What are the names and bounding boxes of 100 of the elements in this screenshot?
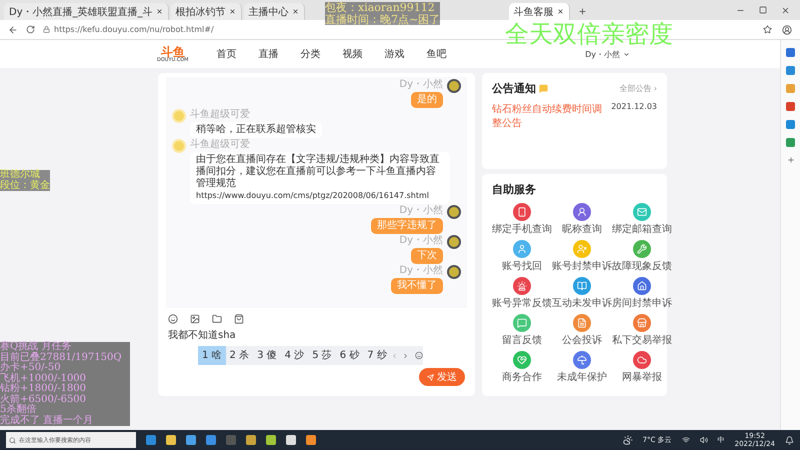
user-menu[interactable]: Dy・小然 — [585, 48, 630, 60]
document-icon[interactable] — [573, 314, 591, 332]
service-label[interactable]: 绑定手机查询 — [492, 222, 552, 236]
image-icon[interactable] — [190, 314, 200, 324]
ime-candidate[interactable]: 4 沙 — [280, 346, 308, 365]
siren-icon[interactable] — [513, 277, 531, 295]
favorite-icon[interactable] — [763, 25, 772, 34]
mail-icon[interactable] — [633, 203, 651, 221]
avatar-icon — [447, 79, 461, 93]
service-label[interactable]: 房间封禁申诉 — [612, 296, 672, 310]
service-label[interactable]: 未成年保护 — [557, 370, 607, 384]
message-link[interactable]: https://www.douyu.com/cms/ptgz/202008/06/16147.shtml — [196, 190, 444, 202]
message-bubble: 下次 — [411, 248, 443, 264]
browser-tab[interactable]: Dy・小然直播_英雄联盟直播_斗 — [4, 3, 169, 20]
overlay-text: 5杀翻倍 — [0, 405, 38, 415]
store-icon[interactable] — [633, 314, 651, 332]
close-tab-icon[interactable] — [156, 8, 163, 15]
message-bubble: 那些字违规了 — [371, 218, 443, 234]
add-icon[interactable] — [786, 156, 794, 164]
wrench-icon[interactable] — [633, 240, 651, 258]
next-icon[interactable] — [402, 352, 410, 360]
emoji-icon[interactable] — [168, 314, 178, 324]
heart-handshake-icon[interactable] — [513, 351, 531, 369]
overlay-text: 钻粉+1800/-1800 — [0, 384, 88, 394]
overlay-text: 办卡+50/-50 — [0, 363, 61, 373]
sender-name: Dy・小然 — [399, 205, 443, 217]
emoji-icon[interactable] — [415, 351, 423, 360]
user-icon[interactable] — [573, 203, 591, 221]
message-bubble: 由于您在直播间存在【文字违规/违规种类】内容导致直播间扣分，建议您在直播前可以参考一下斗鱼直播内容管理规范 https://www.douyu.com/cms/ptgz/202008/06/16147.shtml — [190, 152, 450, 204]
nav-link[interactable]: 视频 — [342, 47, 362, 61]
lock-icon — [43, 26, 50, 33]
bag-icon[interactable] — [234, 314, 244, 324]
service-label[interactable]: 留言反馈 — [502, 333, 542, 347]
umbrella-icon[interactable] — [573, 351, 591, 369]
send-icon — [427, 374, 434, 380]
close-tab-icon[interactable] — [292, 8, 299, 15]
service-label[interactable]: 绑定邮箱查询 — [612, 222, 672, 236]
service-label[interactable]: 私下交易举报 — [612, 333, 672, 347]
house-icon[interactable] — [633, 277, 651, 295]
nav-link[interactable]: 鱼吧 — [426, 47, 446, 61]
ime-candidate[interactable]: 6 砂 — [336, 346, 364, 365]
nav-link[interactable]: 游戏 — [384, 47, 404, 61]
maximize-icon[interactable] — [759, 6, 767, 14]
service-label[interactable]: 故障现象反馈 — [612, 259, 672, 273]
avatar-icon — [172, 109, 186, 123]
avatar-icon — [447, 205, 461, 219]
service-label[interactable]: 昵称查询 — [562, 222, 602, 236]
card-title: 自助服务 — [492, 182, 536, 197]
service-label[interactable]: 账号异常反馈 — [492, 296, 552, 310]
service-label[interactable]: 账号找回 — [502, 259, 542, 273]
message-icon — [539, 84, 548, 93]
folder-icon[interactable] — [212, 314, 222, 324]
cloud-icon[interactable] — [633, 351, 651, 369]
service-label[interactable]: 商务合作 — [502, 370, 542, 384]
new-tab-icon[interactable] — [578, 7, 587, 16]
message-icon[interactable] — [513, 314, 531, 332]
avatar-icon — [447, 265, 461, 279]
caret-icon — [623, 50, 630, 58]
service-label[interactable]: 公会投诉 — [562, 333, 602, 347]
message-bubble: 是的 — [411, 92, 443, 108]
overlay-text: 完成不了 直播一个月 — [0, 416, 94, 426]
close-tab-icon[interactable] — [228, 8, 236, 15]
close-icon[interactable] — [781, 6, 790, 14]
sender-name: 斗鱼超级可爱 — [190, 109, 250, 121]
user-icon[interactable] — [513, 240, 531, 258]
nav-link[interactable]: 分类 — [300, 47, 320, 61]
phone-icon[interactable] — [513, 203, 531, 221]
avatar-icon — [172, 139, 186, 153]
reload-icon[interactable] — [26, 25, 35, 34]
network-icon[interactable] — [682, 436, 690, 444]
service-label[interactable]: 账号封禁申诉 — [552, 259, 612, 273]
nav-link[interactable]: 直播 — [258, 47, 278, 61]
overlay-text: 包夜：xiaoran99112 — [325, 2, 440, 14]
profile-icon[interactable] — [782, 24, 792, 34]
ime-candidate[interactable]: 5 莎 — [308, 346, 336, 365]
volume-icon[interactable] — [700, 436, 708, 444]
ime-candidate[interactable]: 2 杀 — [226, 346, 254, 365]
ime-candidate[interactable]: 1 啥 — [198, 346, 226, 365]
search-icon — [9, 436, 16, 444]
nav-link[interactable]: 首页 — [216, 47, 236, 61]
avatar-icon — [447, 235, 461, 249]
browser-tab[interactable]: 斗鱼客服 — [508, 3, 570, 20]
overlay-text: 目前已叠27881/197150Q — [0, 352, 123, 362]
close-tab-icon[interactable] — [556, 8, 564, 15]
ime-candidate[interactable]: 7 纱 — [363, 346, 391, 365]
browser-tab[interactable]: 主播中心 — [244, 3, 305, 20]
overlay-slogan: 全天双倍亲密度 — [505, 22, 673, 48]
ime-candidate[interactable]: 3 傻 — [253, 346, 281, 365]
book-icon[interactable] — [573, 277, 591, 295]
overlay-text: 班德尔城 — [0, 170, 40, 180]
sender-name: 斗鱼超级可爱 — [190, 139, 250, 151]
back-icon[interactable] — [8, 24, 18, 34]
overlay-text: 段位：黄金 — [0, 180, 50, 191]
overlay-text: 飞机+1000/-1000 — [0, 374, 88, 384]
notification-icon[interactable] — [785, 436, 794, 444]
service-label[interactable]: 网暴举报 — [622, 370, 662, 384]
address-field[interactable]: https://kefu.douyu.com/nu/robot.html#/ — [43, 25, 343, 34]
browser-tab[interactable]: 根拍冰钓节 — [170, 3, 242, 20]
message-input[interactable]: 我都不知道sha — [168, 328, 465, 342]
service-label[interactable]: 互动未发申诉 — [552, 296, 612, 310]
